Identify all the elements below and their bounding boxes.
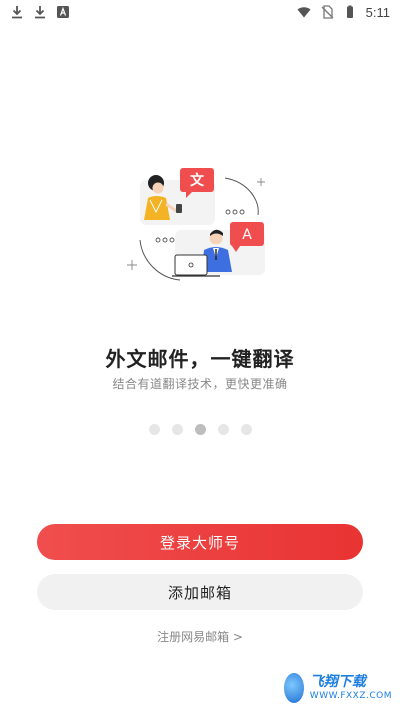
no-sim-icon <box>321 5 334 19</box>
watermark-url: WWW.FXXZ.COM <box>309 691 392 701</box>
illustration-arc-bottom <box>139 239 181 281</box>
page-dot[interactable] <box>240 424 252 435</box>
wifi-icon <box>297 7 311 18</box>
page-dot[interactable] <box>148 424 160 435</box>
download-icon <box>35 6 45 19</box>
register-netease-mail-link[interactable]: 注册网易邮箱 > <box>0 628 400 645</box>
page-dot-active[interactable] <box>194 424 206 435</box>
download-icon <box>12 6 22 19</box>
watermark: 飞翔下载 WWW.FXXZ.COM <box>282 668 392 708</box>
sparkle-icon <box>257 178 265 186</box>
add-mailbox-button[interactable]: 添加邮箱 <box>37 574 363 610</box>
translate-app-icon <box>57 6 69 18</box>
clock-time: 5:11 <box>365 4 390 20</box>
page-dot[interactable] <box>171 424 183 435</box>
bubble-english-text: A <box>242 227 252 243</box>
battery-icon <box>346 5 353 18</box>
illustration-arc-top <box>224 177 259 216</box>
status-right: 5:11 <box>297 5 390 20</box>
watermark-text: 飞翔下载 WWW.FXXZ.COM <box>310 675 392 701</box>
page-indicator <box>0 424 400 435</box>
status-bar: 5:11 <box>0 0 400 24</box>
sparkle-icon <box>127 260 137 270</box>
watermark-logo-icon <box>282 671 306 705</box>
onboarding-subtitle: 结合有道翻译技术，更快更准确 <box>112 377 288 391</box>
translation-illustration: 文 A <box>127 168 265 281</box>
bubble-chinese-text: 文 <box>190 172 205 189</box>
onboarding-title: 外文邮件，一键翻译 <box>105 347 295 371</box>
status-left <box>10 5 70 19</box>
watermark-title: 飞翔下载 <box>309 674 366 690</box>
page-dot[interactable] <box>217 424 229 435</box>
login-master-account-button[interactable]: 登录大师号 <box>37 524 363 560</box>
